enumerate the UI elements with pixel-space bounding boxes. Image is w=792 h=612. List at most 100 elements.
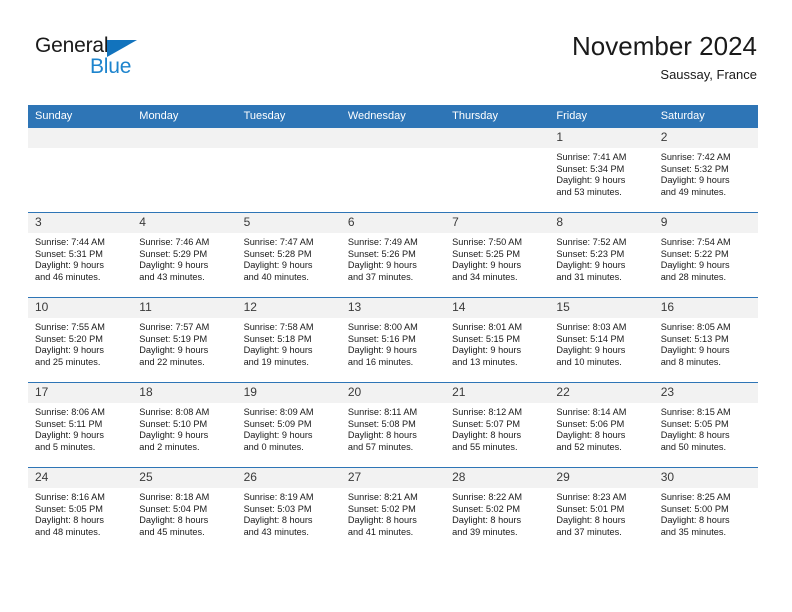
day-detail-sunset: Sunset: 5:00 PM (660, 503, 729, 514)
day-detail-daylight2: and 28 minutes. (660, 271, 727, 282)
calendar-table: Sunday Monday Tuesday Wednesday Thursday… (28, 105, 758, 552)
calendar-day-cell[interactable]: 21 Sunrise: 8:12 AM Sunset: 5:07 PM Dayligh… (445, 382, 550, 468)
day-detail-sunrise: Sunrise: 7:41 AM (556, 152, 627, 162)
day-detail-sunset: Sunset: 5:11 PM (35, 418, 103, 429)
day-details: Sunrise: 8:01 AM Sunset: 5:15 PM Daylight:… (445, 318, 549, 368)
day-detail-sunrise: Sunrise: 7:44 AM (35, 237, 105, 247)
day-detail-sunset: Sunset: 5:32 PM (660, 163, 729, 174)
day-number: 18 (132, 383, 237, 403)
day-detail-daylight1: Daylight: 9 hours (139, 430, 209, 441)
day-detail-sunrise: Sunrise: 7:50 AM (452, 237, 523, 247)
day-detail-daylight1: Daylight: 8 hours (556, 515, 626, 526)
day-number: 19 (236, 383, 341, 403)
day-detail-sunrise: Sunrise: 8:23 AM (556, 492, 627, 502)
day-detail-sunrise: Sunrise: 8:14 AM (556, 407, 627, 417)
day-detail-daylight1: Daylight: 9 hours (243, 260, 313, 271)
calendar-day-cell[interactable]: 5 Sunrise: 7:47 AM Sunset: 5:28 PM Daylight… (236, 212, 341, 298)
day-detail-daylight1: Daylight: 9 hours (243, 345, 313, 356)
day-number: 14 (445, 298, 550, 318)
calendar-day-cell[interactable]: 3 Sunrise: 7:44 AM Sunset: 5:31 PM Daylight… (28, 212, 133, 298)
calendar-day-cell[interactable]: 20 Sunrise: 8:11 AM Sunset: 5:08 PM Dayligh… (340, 382, 446, 468)
day-number: 17 (28, 383, 133, 403)
day-details: Sunrise: 8:19 AM Sunset: 5:03 PM Daylight:… (237, 488, 341, 538)
day-detail-sunset: Sunset: 5:15 PM (452, 333, 521, 344)
day-detail-daylight2: and 35 minutes. (660, 526, 727, 537)
day-number: 28 (445, 468, 550, 488)
calendar-day-cell[interactable]: 15 Sunrise: 8:03 AM Sunset: 5:14 PM Dayligh… (549, 297, 654, 383)
day-details: Sunrise: 8:03 AM Sunset: 5:14 PM Daylight:… (549, 318, 653, 368)
day-detail-sunset: Sunset: 5:04 PM (139, 503, 208, 514)
calendar-day-cell[interactable]: 13 Sunrise: 8:00 AM Sunset: 5:16 PM Dayligh… (340, 297, 446, 383)
day-detail-daylight2: and 43 minutes. (139, 271, 205, 282)
calendar-day-cell[interactable]: 18 Sunrise: 8:08 AM Sunset: 5:10 PM Dayligh… (132, 382, 237, 468)
day-number: 26 (236, 468, 341, 488)
day-details: Sunrise: 8:09 AM Sunset: 5:09 PM Daylight:… (237, 403, 341, 453)
day-detail-daylight2: and 8 minutes. (660, 356, 721, 367)
weekday-header-sunday: Sunday (28, 105, 133, 128)
weekday-header-thursday: Thursday (445, 105, 550, 128)
calendar-day-cell[interactable]: 11 Sunrise: 7:57 AM Sunset: 5:19 PM Dayligh… (132, 297, 237, 383)
day-detail-sunset: Sunset: 5:07 PM (452, 418, 521, 429)
day-detail-daylight1: Daylight: 9 hours (139, 345, 209, 356)
calendar-day-cell[interactable]: 12 Sunrise: 7:58 AM Sunset: 5:18 PM Dayligh… (236, 297, 341, 383)
weekday-header-wednesday: Wednesday (340, 105, 446, 128)
calendar-day-cell[interactable]: 23 Sunrise: 8:15 AM Sunset: 5:05 PM Dayligh… (653, 382, 758, 468)
day-detail-sunset: Sunset: 5:22 PM (660, 248, 729, 259)
day-detail-daylight2: and 40 minutes. (243, 271, 309, 282)
calendar-day-cell[interactable]: 8 Sunrise: 7:52 AM Sunset: 5:23 PM Daylight… (549, 212, 654, 298)
calendar-day-cell[interactable]: 22 Sunrise: 8:14 AM Sunset: 5:06 PM Dayligh… (549, 382, 654, 468)
day-detail-daylight2: and 10 minutes. (556, 356, 622, 367)
calendar-week-row: 10 Sunrise: 7:55 AM Sunset: 5:20 PM Dayligh… (28, 297, 758, 383)
day-number: 13 (340, 298, 446, 318)
calendar-day-cell[interactable]: 26 Sunrise: 8:19 AM Sunset: 5:03 PM Dayligh… (236, 467, 341, 552)
day-detail-daylight1: Daylight: 8 hours (139, 515, 209, 526)
calendar-day-cell[interactable]: 1 Sunrise: 7:41 AM Sunset: 5:34 PM Daylight… (549, 127, 654, 213)
day-details: Sunrise: 8:12 AM Sunset: 5:07 PM Daylight:… (445, 403, 549, 453)
day-details: Sunrise: 8:06 AM Sunset: 5:11 PM Daylight:… (28, 403, 132, 453)
day-detail-daylight2: and 41 minutes. (347, 526, 414, 537)
calendar-header-row: Sunday Monday Tuesday Wednesday Thursday… (28, 105, 758, 128)
day-detail-sunset: Sunset: 5:09 PM (243, 418, 312, 429)
calendar-day-cell[interactable]: 17 Sunrise: 8:06 AM Sunset: 5:11 PM Dayligh… (28, 382, 133, 468)
calendar-day-cell[interactable]: 19 Sunrise: 8:09 AM Sunset: 5:09 PM Dayligh… (236, 382, 341, 468)
day-detail-daylight1: Daylight: 9 hours (139, 260, 209, 271)
day-detail-daylight1: Daylight: 9 hours (35, 260, 104, 271)
day-detail-daylight2: and 55 minutes. (452, 441, 518, 452)
day-detail-daylight2: and 0 minutes. (243, 441, 304, 452)
weekday-header-saturday: Saturday (653, 105, 758, 128)
day-detail-sunset: Sunset: 5:02 PM (347, 503, 416, 514)
calendar-day-cell[interactable]: 29 Sunrise: 8:23 AM Sunset: 5:01 PM Dayligh… (549, 467, 654, 552)
day-detail-daylight2: and 22 minutes. (139, 356, 205, 367)
calendar-day-cell[interactable]: 7 Sunrise: 7:50 AM Sunset: 5:25 PM Daylight… (445, 212, 550, 298)
day-detail-daylight2: and 25 minutes. (35, 356, 101, 367)
calendar-day-cell[interactable]: 25 Sunrise: 8:18 AM Sunset: 5:04 PM Dayligh… (132, 467, 237, 552)
calendar-day-cell[interactable]: 24 Sunrise: 8:16 AM Sunset: 5:05 PM Dayligh… (28, 467, 133, 552)
weekday-header-friday: Friday (549, 105, 654, 128)
calendar-day-cell[interactable]: 30 Sunrise: 8:25 AM Sunset: 5:00 PM Dayligh… (653, 467, 758, 552)
calendar-day-cell[interactable]: 14 Sunrise: 8:01 AM Sunset: 5:15 PM Dayligh… (445, 297, 550, 383)
calendar-day-cell[interactable]: 27 Sunrise: 8:21 AM Sunset: 5:02 PM Dayligh… (340, 467, 446, 552)
day-detail-sunset: Sunset: 5:28 PM (243, 248, 312, 259)
day-detail-sunrise: Sunrise: 8:05 AM (660, 322, 731, 332)
calendar-week-row: 24 Sunrise: 8:16 AM Sunset: 5:05 PM Dayligh… (28, 467, 758, 552)
day-detail-daylight2: and 2 minutes. (139, 441, 200, 452)
calendar-day-cell[interactable]: 16 Sunrise: 8:05 AM Sunset: 5:13 PM Dayligh… (653, 297, 758, 383)
day-detail-daylight2: and 34 minutes. (452, 271, 518, 282)
day-detail-sunrise: Sunrise: 8:03 AM (556, 322, 627, 332)
day-number: 25 (132, 468, 237, 488)
calendar-day-cell[interactable]: 10 Sunrise: 7:55 AM Sunset: 5:20 PM Dayligh… (28, 297, 133, 383)
day-detail-sunset: Sunset: 5:01 PM (556, 503, 625, 514)
generalblue-logo: General Blue (35, 34, 215, 90)
calendar-day-cell[interactable]: 9 Sunrise: 7:54 AM Sunset: 5:22 PM Daylight… (653, 212, 758, 298)
day-number: 20 (340, 383, 446, 403)
calendar-day-cell[interactable]: 28 Sunrise: 8:22 AM Sunset: 5:02 PM Dayligh… (445, 467, 550, 552)
day-number: 30 (653, 468, 758, 488)
calendar-day-cell[interactable]: 4 Sunrise: 7:46 AM Sunset: 5:29 PM Daylight… (132, 212, 237, 298)
calendar-week-row: 3 Sunrise: 7:44 AM Sunset: 5:31 PM Daylight… (28, 212, 758, 298)
day-details: Sunrise: 7:58 AM Sunset: 5:18 PM Daylight:… (237, 318, 341, 368)
calendar-day-cell[interactable]: 2 Sunrise: 7:42 AM Sunset: 5:32 PM Daylight… (653, 127, 758, 213)
day-number (236, 128, 341, 148)
calendar-day-cell[interactable]: 6 Sunrise: 7:49 AM Sunset: 5:26 PM Daylight… (340, 212, 446, 298)
day-number: 4 (132, 213, 237, 233)
day-detail-sunset: Sunset: 5:18 PM (243, 333, 312, 344)
